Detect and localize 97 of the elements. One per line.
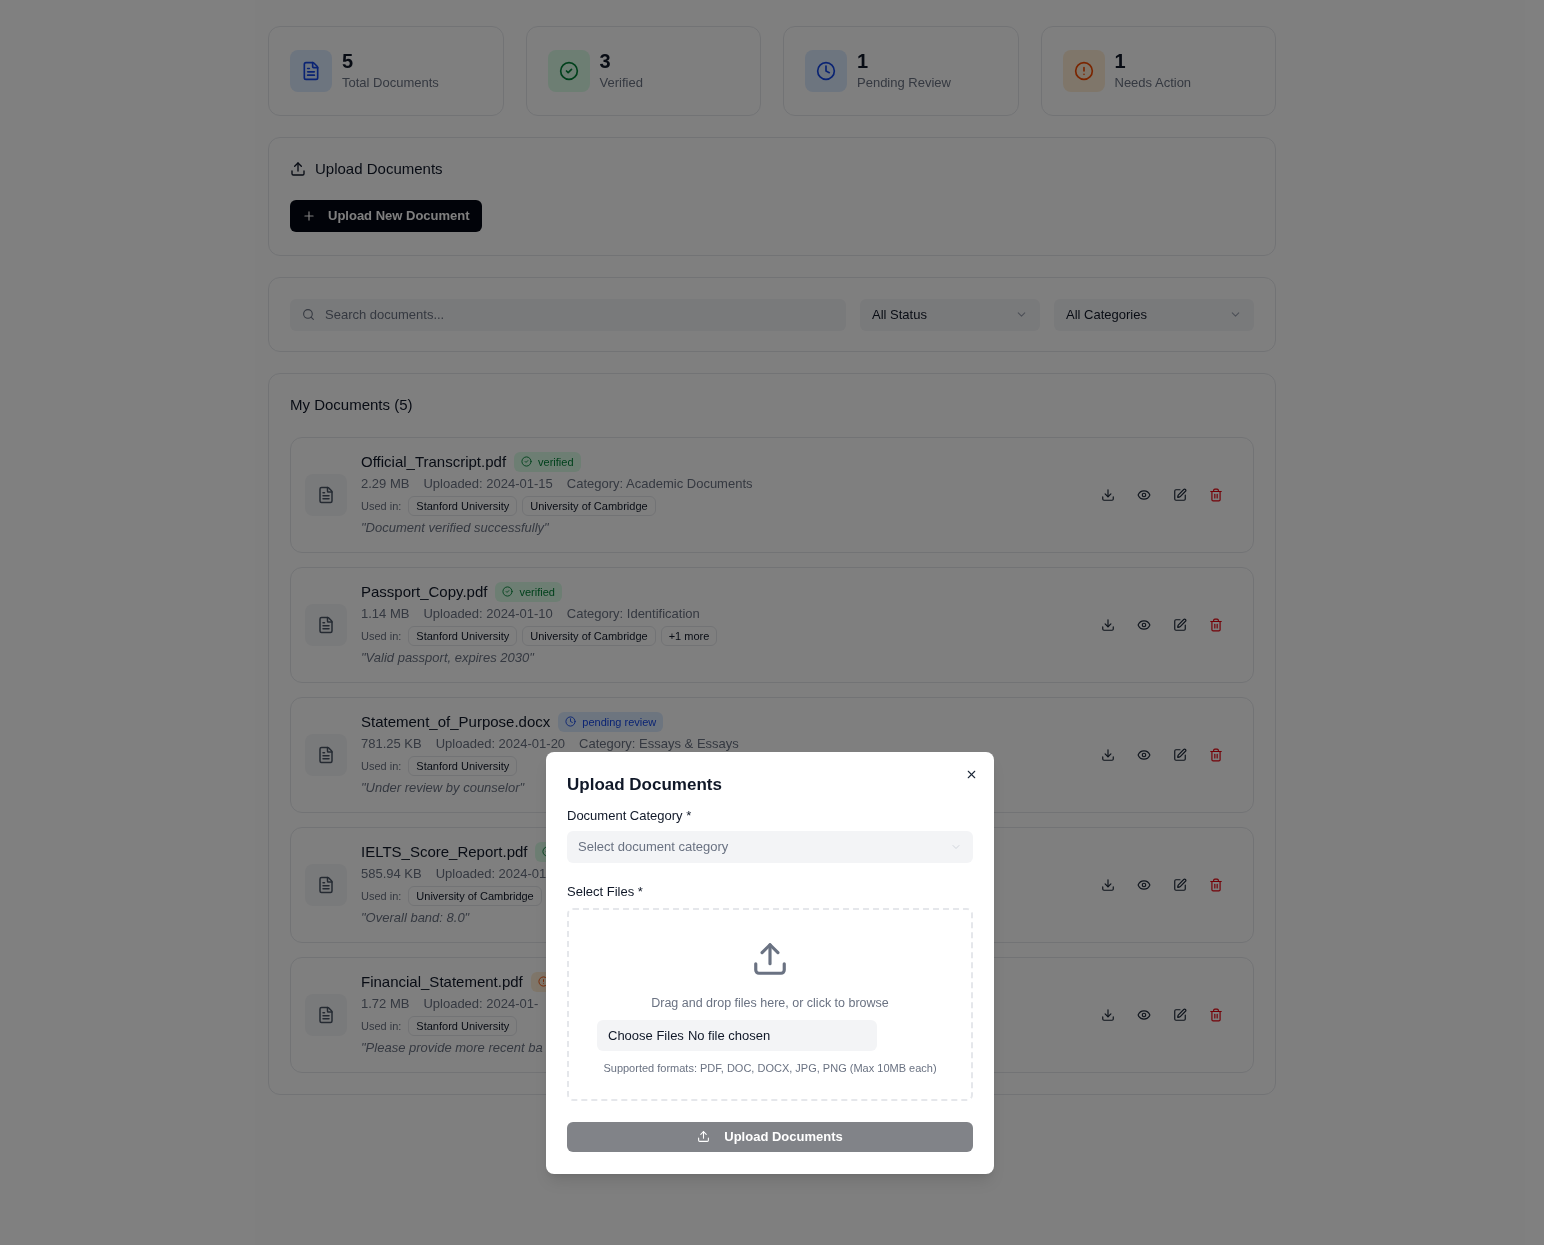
- search-icon: [302, 308, 315, 321]
- section-title: Upload Documents: [315, 159, 443, 179]
- upload-date: Uploaded: 2024-01-10: [423, 604, 553, 623]
- download-icon[interactable]: [1101, 1007, 1115, 1022]
- category-select[interactable]: All Categories: [1054, 298, 1254, 331]
- more-tag: +1 more: [660, 625, 718, 646]
- file-name: Official_Transcript.pdf: [361, 451, 507, 472]
- document-icon: [317, 745, 335, 764]
- edit-icon[interactable]: [1173, 617, 1187, 632]
- trash-icon[interactable]: [1209, 1007, 1223, 1022]
- file-name: Passport_Copy.pdf: [361, 581, 488, 602]
- drop-zone[interactable]: Drag and drop files here, or click to browse Choose Files No file chosen Supported formats: PDF, DOC, DOCX, JPG, PNG (Max 10MB each): [567, 907, 973, 1101]
- used-in-label: Used in:: [361, 888, 402, 904]
- edit-icon[interactable]: [1173, 1007, 1187, 1022]
- field-label: Select Files *: [567, 883, 644, 901]
- document-note: "Valid passport, expires 2030": [361, 648, 534, 667]
- category-select[interactable]: Select document category: [567, 831, 973, 863]
- stat-value: 3: [599, 49, 612, 74]
- drop-hint: Drag and drop files here, or click to browse: [651, 994, 889, 1012]
- document-icon: [317, 875, 335, 894]
- status-badge: verified: [495, 581, 562, 602]
- document-note: "Document verified successfully": [361, 518, 549, 537]
- upload-icon: [290, 161, 306, 178]
- stat-value: 1: [857, 49, 870, 74]
- upload-new-document-button[interactable]: Upload New Document: [290, 199, 482, 232]
- used-in-label: Used in:: [361, 628, 402, 644]
- eye-icon[interactable]: [1137, 487, 1151, 502]
- file-size: 585.94 KB: [361, 864, 422, 883]
- university-tag: University of Cambridge: [408, 885, 542, 906]
- file-category: Category: Academic Documents: [566, 474, 753, 493]
- check-circle-icon: [521, 456, 533, 467]
- file-size: 2.29 MB: [361, 474, 410, 493]
- university-tag: Stanford University: [408, 625, 518, 646]
- search-field[interactable]: Search documents...: [290, 298, 846, 331]
- check-circle-icon: [558, 61, 579, 81]
- used-in-label: Used in:: [361, 498, 402, 514]
- alert-circle-icon: [1073, 61, 1094, 81]
- stat-value: 1: [1114, 49, 1127, 74]
- eye-icon[interactable]: [1137, 1007, 1151, 1022]
- used-in-label: Used in:: [361, 758, 402, 774]
- upload-date: Uploaded: 2024-01-: [423, 994, 539, 1013]
- document-note: "Please provide more recent ba: [361, 1038, 543, 1057]
- edit-icon[interactable]: [1173, 487, 1187, 502]
- download-icon[interactable]: [1101, 747, 1115, 762]
- stat-label: Needs Action: [1114, 74, 1192, 93]
- document-icon: [317, 615, 335, 634]
- trash-icon[interactable]: [1209, 487, 1223, 502]
- file-name: IELTS_Score_Report.pdf: [361, 841, 528, 862]
- upload-icon: [697, 1130, 711, 1143]
- university-tag: University of Cambridge: [522, 495, 656, 516]
- eye-icon[interactable]: [1137, 747, 1151, 762]
- university-tag: Stanford University: [408, 755, 518, 776]
- file-input[interactable]: Choose Files No file chosen: [597, 1020, 877, 1052]
- section-title: My Documents (5): [290, 395, 414, 415]
- download-icon[interactable]: [1101, 877, 1115, 892]
- trash-icon[interactable]: [1209, 877, 1223, 892]
- status-badge: verified: [514, 451, 581, 472]
- university-tag: University of Cambridge: [522, 625, 656, 646]
- eye-icon[interactable]: [1137, 877, 1151, 892]
- trash-icon[interactable]: [1209, 747, 1223, 762]
- status-badge: pending review: [558, 711, 664, 732]
- document-icon: [317, 485, 335, 504]
- upload-date: Uploaded: 2024-01: [435, 864, 547, 883]
- plus-icon: [302, 208, 316, 223]
- clock-icon: [565, 716, 577, 727]
- upload-date: Uploaded: 2024-01-15: [423, 474, 553, 493]
- status-select[interactable]: All Status: [860, 298, 1040, 331]
- document-note: "Under review by counselor": [361, 778, 525, 797]
- stat-label: Verified: [599, 74, 643, 93]
- clock-icon: [816, 61, 836, 81]
- file-size: 1.14 MB: [361, 604, 410, 623]
- stat-label: Total Documents: [342, 74, 439, 93]
- file-size: 1.72 MB: [361, 994, 410, 1013]
- used-in-label: Used in:: [361, 1018, 402, 1034]
- document-note: "Overall band: 8.0": [361, 908, 470, 927]
- supported-formats: Supported formats: PDF, DOC, DOCX, JPG, PNG (Max 10MB each): [603, 1061, 937, 1077]
- download-icon[interactable]: [1101, 487, 1115, 502]
- dialog-title: Upload Documents: [567, 774, 723, 796]
- file-size: 781.25 KB: [361, 734, 422, 753]
- field-label: Document Category *: [567, 806, 693, 825]
- file-category: Category: Essays & Essays: [579, 734, 739, 753]
- upload-date: Uploaded: 2024-01-20: [435, 734, 566, 753]
- edit-icon[interactable]: [1173, 747, 1187, 762]
- stat-value: 5: [342, 49, 355, 74]
- check-circle-icon: [502, 586, 514, 597]
- university-tag: Stanford University: [408, 495, 518, 516]
- document-icon: [301, 61, 321, 81]
- document-icon: [317, 1005, 335, 1024]
- file-name: Statement_of_Purpose.docx: [361, 711, 551, 732]
- edit-icon[interactable]: [1173, 877, 1187, 892]
- download-icon[interactable]: [1101, 617, 1115, 632]
- stat-label: Pending Review: [857, 74, 951, 93]
- eye-icon[interactable]: [1137, 617, 1151, 632]
- university-tag: Stanford University: [408, 1015, 518, 1036]
- file-name: Financial_Statement.pdf: [361, 971, 523, 992]
- trash-icon[interactable]: [1209, 617, 1223, 632]
- file-category: Category: Identification: [566, 604, 700, 623]
